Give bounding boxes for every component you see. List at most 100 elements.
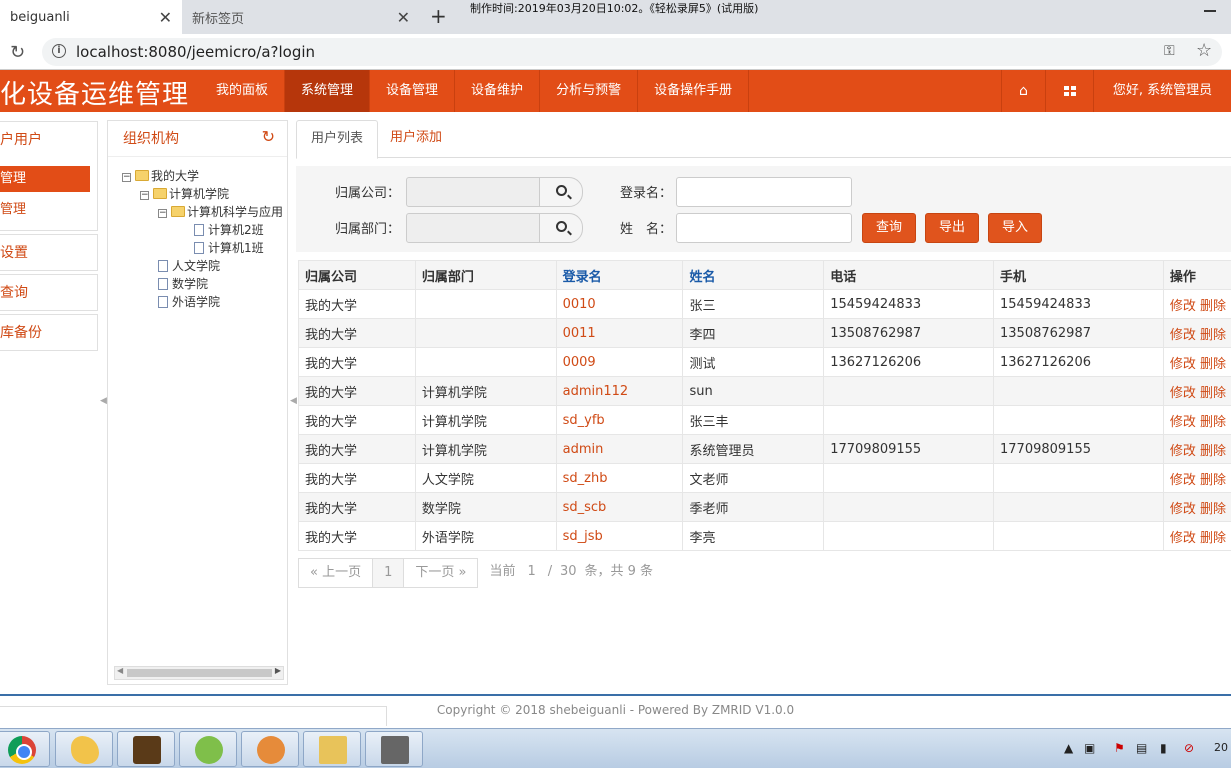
col-name[interactable]: 姓名 [682, 260, 825, 290]
browser-tab-newtab[interactable]: 新标签页 ✕ [182, 0, 422, 34]
menu-head-users[interactable]: 户用户 [0, 122, 97, 158]
tree-node[interactable]: − 计算机学院 [122, 185, 283, 203]
nav-device-maintenance[interactable]: 设备维护 [455, 70, 541, 112]
delete-link[interactable]: 删除 [1200, 299, 1226, 314]
tree-node[interactable]: 数学院 [122, 275, 283, 293]
edit-link[interactable]: 修改 [1170, 386, 1196, 401]
menu-head-backup[interactable]: 库备份 [0, 315, 97, 351]
tree-node[interactable]: − 我的大学 [122, 167, 283, 185]
nav-my-panel[interactable]: 我的面板 [200, 70, 286, 112]
department-input[interactable] [406, 213, 542, 243]
table-row[interactable]: 我的大学 外语学院 sd_jsb 李亮 修改 删除 [298, 521, 1231, 551]
delete-link[interactable]: 删除 [1200, 328, 1226, 343]
menu-head-settings[interactable]: 设置 [0, 235, 97, 271]
nav-system-management[interactable]: 系统管理 [285, 70, 371, 112]
refresh-icon[interactable]: ↻ [262, 127, 275, 146]
company-search-button[interactable] [539, 177, 583, 207]
table-row[interactable]: 我的大学 人文学院 sd_zhb 文老师 修改 删除 [298, 463, 1231, 493]
tree-node-label[interactable]: 计算机科学与应用 [187, 205, 283, 219]
tray-device-icon[interactable]: ▤ [1136, 741, 1147, 755]
tree-node-label[interactable]: 计算机1班 [208, 241, 264, 255]
import-button[interactable]: 导入 [988, 213, 1042, 243]
tree-node-label[interactable]: 我的大学 [151, 169, 199, 183]
tray-flag-icon[interactable]: ⚑ [1114, 741, 1125, 755]
user-greeting[interactable]: 您好, 系统管理员 [1093, 70, 1231, 112]
edit-link[interactable]: 修改 [1170, 299, 1196, 314]
col-login-name[interactable]: 登录名 [555, 260, 684, 290]
table-row[interactable]: 我的大学 数学院 sd_scb 季老师 修改 删除 [298, 492, 1231, 522]
nav-device-manual[interactable]: 设备操作手册 [638, 70, 750, 112]
tree-node[interactable]: − 计算机科学与应用 [122, 203, 283, 221]
tree-collapse-icon[interactable]: − [158, 209, 167, 218]
page-size-input[interactable]: 30 [556, 558, 580, 586]
tree-node[interactable]: 计算机1班 [122, 239, 283, 257]
next-page-button[interactable]: 下一页 » [403, 558, 479, 588]
taskbar-app-bird[interactable] [55, 731, 113, 767]
page-number-current[interactable]: 1 [372, 558, 405, 588]
delete-link[interactable]: 删除 [1200, 531, 1226, 546]
delete-link[interactable]: 删除 [1200, 473, 1226, 488]
taskbar-tool[interactable] [365, 731, 423, 767]
company-input[interactable] [406, 177, 542, 207]
browser-tab-active[interactable]: beiguanli ✕ [0, 0, 182, 34]
edit-link[interactable]: 修改 [1170, 473, 1196, 488]
delete-link[interactable]: 删除 [1200, 444, 1226, 459]
export-button[interactable]: 导出 [925, 213, 979, 243]
taskbar-java-ide[interactable] [117, 731, 175, 767]
tree-collapse-icon[interactable]: − [122, 173, 131, 182]
tree-node-label[interactable]: 计算机学院 [169, 187, 229, 201]
cell-login[interactable]: sd_scb [555, 492, 684, 522]
table-row[interactable]: 我的大学 计算机学院 admin112 sun 修改 删除 [298, 376, 1231, 406]
taskbar-wechat[interactable] [179, 731, 237, 767]
tree-node-label[interactable]: 数学院 [172, 277, 208, 291]
nav-analysis-warning[interactable]: 分析与预警 [540, 70, 639, 112]
table-row[interactable]: 我的大学 计算机学院 sd_yfb 张三丰 修改 删除 [298, 405, 1231, 435]
scrollbar-thumb[interactable] [127, 669, 272, 677]
scroll-right-arrow-icon[interactable]: ▶ [275, 666, 281, 675]
tab-user-add[interactable]: 用户添加 [376, 120, 456, 158]
url-field[interactable]: i localhost:8080/jeemicro/a?login ⚿ ☆ [42, 38, 1222, 66]
cell-login[interactable]: 0010 [555, 289, 684, 319]
tab-user-list[interactable]: 用户列表 [296, 120, 379, 159]
page-number-input[interactable]: 1 [520, 558, 544, 586]
tree-node-label[interactable]: 计算机2班 [208, 223, 264, 237]
cell-login[interactable]: admin [555, 434, 684, 464]
prev-page-button[interactable]: « 上一页 [298, 558, 374, 588]
tree-node-label[interactable]: 人文学院 [172, 259, 220, 273]
delete-link[interactable]: 删除 [1200, 357, 1226, 372]
tray-volume-muted-icon[interactable]: ⊘ [1184, 741, 1194, 755]
cell-login[interactable]: sd_zhb [555, 463, 684, 493]
edit-link[interactable]: 修改 [1170, 531, 1196, 546]
delete-link[interactable]: 删除 [1200, 502, 1226, 517]
name-input[interactable] [676, 213, 852, 243]
edit-link[interactable]: 修改 [1170, 444, 1196, 459]
login-name-input[interactable] [676, 177, 852, 207]
cell-login[interactable]: sd_yfb [555, 405, 684, 435]
taskbar-chrome[interactable] [0, 731, 50, 767]
tree-horizontal-scrollbar[interactable]: ◀ ▶ [114, 666, 284, 680]
menu-item-user-management[interactable]: 管理 [0, 166, 90, 192]
cell-login[interactable]: sd_jsb [555, 521, 684, 551]
key-icon[interactable]: ⚿ [1164, 43, 1175, 59]
query-button[interactable]: 查询 [862, 213, 916, 243]
tree-collapse-icon[interactable]: − [140, 191, 149, 200]
reload-icon[interactable]: ↻ [10, 42, 25, 63]
tray-app-icon[interactable]: ▣ [1084, 741, 1095, 755]
close-icon[interactable]: ✕ [397, 8, 410, 27]
home-icon[interactable]: ⌂ [1001, 70, 1045, 112]
edit-link[interactable]: 修改 [1170, 415, 1196, 430]
table-row[interactable]: 我的大学 0011 李四 13508762987 13508762987 修改 删除 [298, 318, 1231, 348]
edit-link[interactable]: 修改 [1170, 357, 1196, 372]
nav-device-management[interactable]: 设备管理 [370, 70, 456, 112]
table-row[interactable]: 我的大学 计算机学院 admin 系统管理员 17709809155 1770980915… [298, 434, 1231, 464]
left-splitter-arrow-icon[interactable]: ◀ [100, 396, 107, 406]
info-icon[interactable]: i [52, 44, 66, 58]
table-row[interactable]: 我的大学 0009 测试 13627126206 13627126206 修改 删除 [298, 347, 1231, 377]
cell-login[interactable]: admin112 [555, 376, 684, 406]
tree-node[interactable]: 计算机2班 [122, 221, 283, 239]
grid-icon[interactable] [1045, 70, 1093, 112]
tree-node[interactable]: 人文学院 [122, 257, 283, 275]
close-icon[interactable]: ✕ [159, 8, 172, 27]
menu-item-org-management[interactable]: 管理 [0, 197, 97, 223]
new-tab-plus-icon[interactable]: + [430, 4, 447, 28]
